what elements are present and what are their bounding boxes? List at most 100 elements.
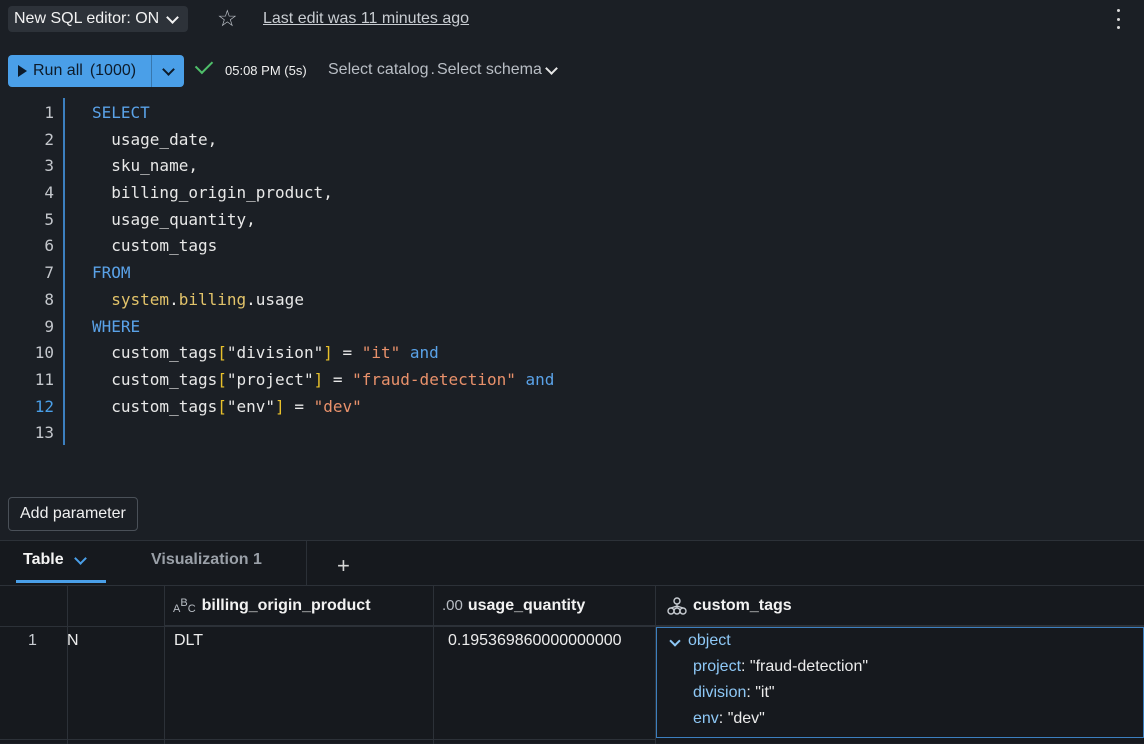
line-number: 13 bbox=[34, 423, 54, 443]
tab-divider bbox=[306, 541, 307, 585]
line-number: 6 bbox=[44, 236, 54, 256]
object-expand-toggle[interactable]: object bbox=[667, 632, 731, 650]
code-string: "it" bbox=[361, 343, 401, 363]
code-operator: = bbox=[332, 343, 362, 363]
code-line: system.billing.usage bbox=[92, 287, 554, 314]
tab-visualization-1[interactable]: Visualization 1 bbox=[151, 551, 262, 569]
truncated-cell: N bbox=[67, 632, 79, 649]
last-edit-link[interactable]: Last edit was 11 minutes ago bbox=[263, 10, 469, 28]
keyword: and bbox=[515, 369, 555, 389]
code-line: sku_name, bbox=[92, 153, 554, 180]
schema-label: Select schema bbox=[436, 61, 542, 78]
success-check-icon bbox=[194, 55, 214, 75]
code-text: billing_origin_product, bbox=[92, 183, 333, 203]
code-line: SELECT bbox=[92, 100, 554, 127]
line-number: 5 bbox=[44, 209, 54, 229]
object-value: "dev" bbox=[727, 710, 765, 727]
code-text: usage bbox=[255, 289, 304, 309]
code-line: custom_tags["project"] = "fraud-detectio… bbox=[92, 367, 554, 394]
tree-icon bbox=[667, 596, 687, 615]
new-sql-editor-toggle[interactable]: New SQL editor: ON bbox=[8, 6, 189, 32]
tab-label: Table bbox=[23, 551, 64, 568]
column-header-label: billing_origin_product bbox=[201, 596, 371, 614]
column-header-billing-origin-product[interactable]: ABC billing_origin_product bbox=[165, 586, 433, 626]
row-divider bbox=[0, 739, 656, 740]
line-number: 8 bbox=[44, 289, 54, 309]
add-parameter-button[interactable]: Add parameter bbox=[8, 497, 138, 531]
last-run-time: 05:08 PM (5s) bbox=[225, 63, 307, 78]
code-text: custom_tags bbox=[92, 343, 218, 363]
keyword: FROM bbox=[92, 263, 131, 283]
code-string: "fraud-detection" bbox=[352, 369, 516, 389]
chevron-down-icon bbox=[669, 635, 681, 647]
code-text: usage_date, bbox=[92, 129, 218, 149]
row-index: 1 bbox=[28, 632, 37, 649]
tab-table[interactable]: Table bbox=[23, 551, 88, 569]
line-number: 10 bbox=[34, 343, 54, 363]
bracket: [ bbox=[217, 343, 227, 363]
kebab-menu-icon[interactable] bbox=[1114, 8, 1122, 30]
string-type-icon: ABC bbox=[173, 596, 196, 615]
code-line: usage_quantity, bbox=[92, 207, 554, 234]
code-operator: = bbox=[323, 369, 353, 389]
line-number: 4 bbox=[44, 183, 54, 203]
object-entry: project: "fraud-detection" bbox=[693, 658, 868, 676]
code-line: custom_tags["env"] = "dev" bbox=[92, 394, 554, 421]
play-icon bbox=[18, 65, 27, 77]
catalog-schema-selector[interactable]: Select catalog . Select schema bbox=[328, 61, 559, 79]
line-number: 3 bbox=[44, 156, 54, 176]
line-number: 11 bbox=[34, 369, 54, 389]
code-identifier: system bbox=[92, 289, 170, 309]
sql-code-editor[interactable]: SELECT usage_date, sku_name, billing_ori… bbox=[92, 100, 554, 447]
tab-label: Visualization 1 bbox=[151, 551, 262, 568]
code-string: "env" bbox=[226, 396, 276, 416]
code-dot: . bbox=[169, 289, 179, 309]
run-limit-label: (1000) bbox=[89, 62, 137, 79]
code-line: custom_tags["division"] = "it" and bbox=[92, 340, 554, 367]
object-type-label: object bbox=[688, 632, 731, 649]
cell-billing-origin-product: DLT bbox=[174, 632, 204, 649]
code-text: sku_name, bbox=[92, 156, 198, 176]
star-icon[interactable]: ☆ bbox=[217, 5, 238, 32]
run-all-button[interactable]: Run all (1000) bbox=[8, 55, 184, 87]
run-all-label: Run all bbox=[33, 62, 83, 79]
keyword: WHERE bbox=[92, 316, 141, 336]
object-colon: : bbox=[746, 684, 756, 701]
column-header-custom-tags[interactable]: custom_tags bbox=[656, 586, 1144, 626]
object-entry: env: "dev" bbox=[693, 710, 765, 728]
object-key: project bbox=[693, 658, 742, 675]
add-visualization-icon[interactable]: + bbox=[337, 553, 350, 579]
editor-gutter-line bbox=[63, 98, 65, 445]
chevron-down-icon bbox=[161, 62, 175, 76]
line-number: 2 bbox=[44, 129, 54, 149]
code-string: "dev" bbox=[313, 396, 362, 416]
code-line: WHERE bbox=[92, 314, 554, 341]
bracket: ] bbox=[313, 369, 324, 389]
catalog-label: Select catalog bbox=[328, 61, 429, 78]
code-line: FROM bbox=[92, 260, 554, 287]
code-dot: . bbox=[246, 289, 256, 309]
column-header-label: usage_quantity bbox=[467, 596, 586, 614]
code-line: billing_origin_product, bbox=[92, 180, 554, 207]
code-text: custom_tags bbox=[92, 396, 218, 416]
decimal-type-icon: .00 bbox=[442, 597, 463, 614]
bracket: [ bbox=[217, 369, 227, 389]
object-key: env bbox=[693, 710, 719, 727]
line-number: 9 bbox=[44, 316, 54, 336]
column-header-usage-quantity[interactable]: .00 usage_quantity bbox=[434, 586, 655, 626]
code-text: custom_tags bbox=[92, 236, 218, 256]
run-all-main[interactable]: Run all (1000) bbox=[8, 55, 152, 87]
run-options-dropdown[interactable] bbox=[152, 55, 184, 87]
object-entry: division: "it" bbox=[693, 684, 775, 702]
object-value: "fraud-detection" bbox=[749, 658, 869, 675]
line-numbers: 1 2 3 4 5 6 7 8 9 10 11 12 13 bbox=[20, 100, 54, 447]
object-key: division bbox=[693, 684, 747, 701]
editor-toggle-label: New SQL editor: ON bbox=[14, 10, 160, 27]
chevron-down-icon[interactable] bbox=[73, 551, 87, 565]
results-table: ABC billing_origin_product .00 usage_qua… bbox=[0, 585, 1144, 744]
column-header-label: custom_tags bbox=[693, 596, 792, 614]
code-identifier: billing bbox=[178, 289, 247, 309]
cell-custom-tags[interactable]: object project: "fraud-detection" divisi… bbox=[656, 627, 1144, 738]
cell-usage-quantity: 0.195369860000000000 bbox=[448, 632, 622, 649]
